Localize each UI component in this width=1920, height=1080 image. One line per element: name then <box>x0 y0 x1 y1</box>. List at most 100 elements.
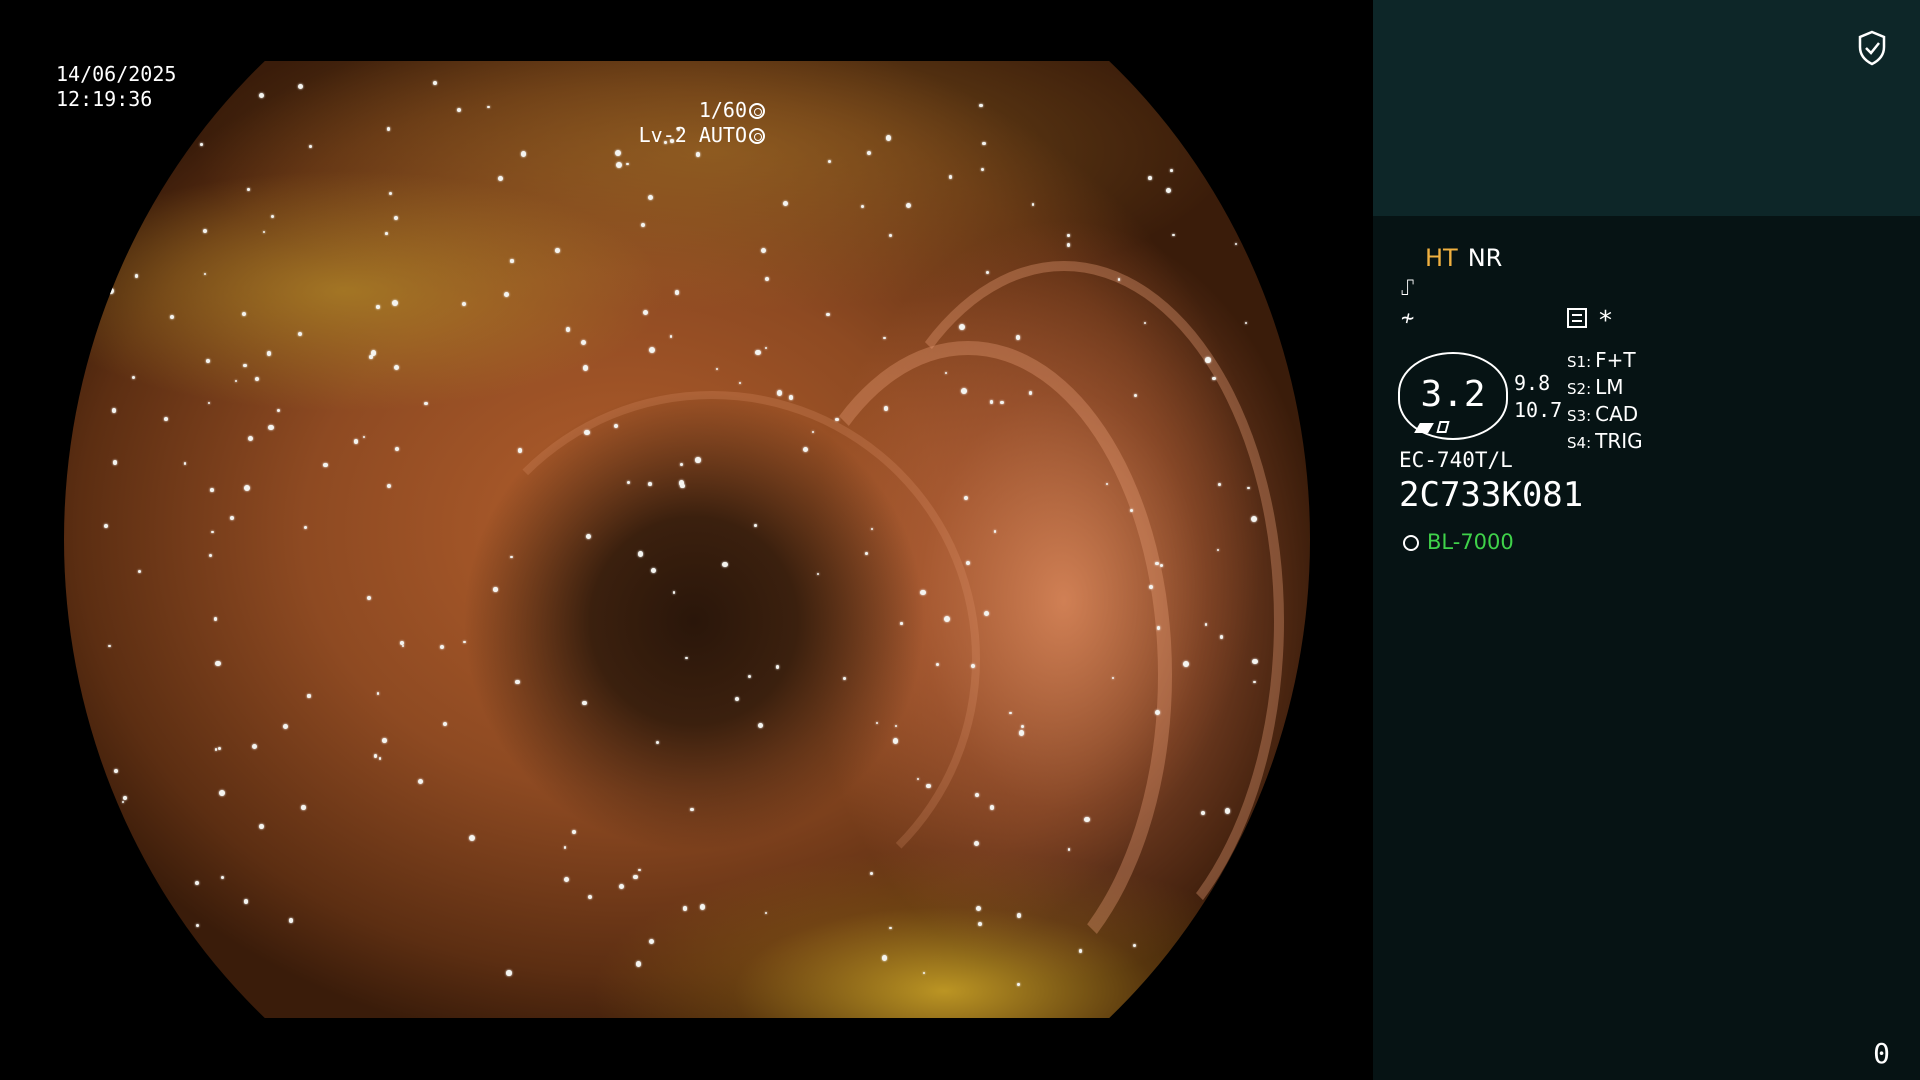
specular-fleck <box>981 168 985 172</box>
specular-fleck <box>1219 635 1223 639</box>
specular-fleck <box>376 305 380 309</box>
specular-fleck <box>1015 334 1021 340</box>
setting-key: S1: <box>1567 353 1592 371</box>
setting-key: S4: <box>1567 434 1592 452</box>
specular-fleck <box>276 408 280 412</box>
specular-fleck <box>376 692 380 696</box>
specular-fleck <box>982 141 986 146</box>
specular-fleck <box>200 143 203 146</box>
specular-fleck <box>307 694 311 698</box>
shutter-icon <box>749 103 765 119</box>
panel-header-area <box>1373 0 1920 216</box>
specular-fleck <box>309 145 312 148</box>
specular-fleck <box>783 200 788 206</box>
specular-fleck <box>755 349 761 356</box>
gauge-side-bottom: 10.7 <box>1514 398 1563 422</box>
specular-fleck <box>572 830 576 835</box>
specular-fleck <box>433 81 438 85</box>
specular-fleck <box>619 884 624 889</box>
specular-fleck <box>1224 807 1231 814</box>
setting-row: S1: F+T <box>1567 348 1643 375</box>
switch-settings-list: S1: F+T S2: LM S3: CAD S4: TRIG <box>1567 348 1643 456</box>
settings-list-icon <box>1567 308 1587 328</box>
specular-fleck <box>401 644 405 648</box>
specular-fleck <box>943 616 950 623</box>
specular-fleck <box>244 485 250 492</box>
specular-fleck <box>900 622 903 625</box>
image-counter: 0 <box>1873 1037 1890 1070</box>
gauge-side-top: 9.8 <box>1514 371 1551 395</box>
specular-fleck <box>1067 848 1071 851</box>
specular-fleck <box>487 106 490 109</box>
specular-fleck <box>935 662 939 666</box>
specular-fleck <box>564 876 569 882</box>
specular-fleck <box>213 617 218 621</box>
specular-fleck <box>961 388 967 395</box>
specular-fleck <box>121 801 124 804</box>
setting-value: TRIG <box>1595 429 1643 453</box>
specular-fleck <box>582 365 588 371</box>
specular-fleck <box>195 880 200 886</box>
specular-fleck <box>107 266 112 271</box>
specular-fleck <box>258 824 264 829</box>
iris-row: Lv-2 AUTO <box>639 123 765 148</box>
specular-fleck <box>1201 811 1205 816</box>
shutter-text: 1/60 <box>698 98 747 122</box>
specular-fleck <box>221 876 225 880</box>
specular-fleck <box>633 874 638 880</box>
specular-fleck <box>387 484 392 489</box>
specular-fleck <box>1018 730 1025 736</box>
specular-fleck <box>1205 357 1211 363</box>
specular-fleck <box>920 589 926 595</box>
specular-fleck <box>113 460 118 465</box>
setting-row: S2: LM <box>1567 375 1643 402</box>
setting-row: S3: CAD <box>1567 402 1643 429</box>
specular-fleck <box>1252 680 1256 684</box>
setting-value: LM <box>1595 375 1624 399</box>
specular-fleck <box>989 400 993 404</box>
specular-fleck <box>242 311 247 316</box>
specular-fleck <box>679 462 683 466</box>
specular-fleck <box>866 150 871 155</box>
specular-fleck <box>297 83 304 90</box>
specular-fleck <box>323 462 328 467</box>
specular-fleck <box>247 436 253 442</box>
setting-row: S4: TRIG <box>1567 429 1643 456</box>
specular-fleck <box>169 314 174 319</box>
specular-fleck <box>218 789 225 796</box>
specular-fleck <box>366 595 372 601</box>
date-text: 14/06/2025 <box>56 62 177 86</box>
specular-fleck <box>1252 658 1258 665</box>
specular-fleck <box>827 159 832 164</box>
specular-fleck <box>378 757 382 760</box>
specular-fleck <box>382 738 387 743</box>
specular-fleck <box>391 299 398 306</box>
specular-fleck <box>1017 983 1020 986</box>
specular-fleck <box>108 971 113 976</box>
specular-fleck <box>776 390 783 396</box>
specular-fleck <box>1067 243 1071 247</box>
specular-fleck <box>626 163 629 166</box>
specular-fleck <box>635 961 642 967</box>
specular-fleck <box>555 248 560 253</box>
specular-fleck <box>614 149 621 156</box>
specular-fleck <box>655 740 659 744</box>
specular-fleck <box>517 448 523 454</box>
specular-fleck <box>1205 82 1210 86</box>
specular-fleck <box>580 339 586 345</box>
light-source-label: BL-7000 <box>1427 530 1514 554</box>
specular-fleck <box>586 533 591 539</box>
specular-fleck <box>648 482 652 486</box>
not-equal-icon: ≁ <box>1401 306 1415 331</box>
specular-fleck <box>970 663 976 668</box>
zoom-gauge: 3.2 <box>1398 352 1508 440</box>
specular-fleck <box>721 561 728 568</box>
specular-fleck <box>861 204 865 208</box>
specular-fleck <box>764 277 769 282</box>
specular-fleck <box>298 331 303 336</box>
specular-fleck <box>885 135 892 141</box>
specular-fleck <box>288 918 294 923</box>
specular-fleck <box>649 346 656 353</box>
iris-icon <box>749 128 765 144</box>
specular-fleck <box>563 846 567 849</box>
